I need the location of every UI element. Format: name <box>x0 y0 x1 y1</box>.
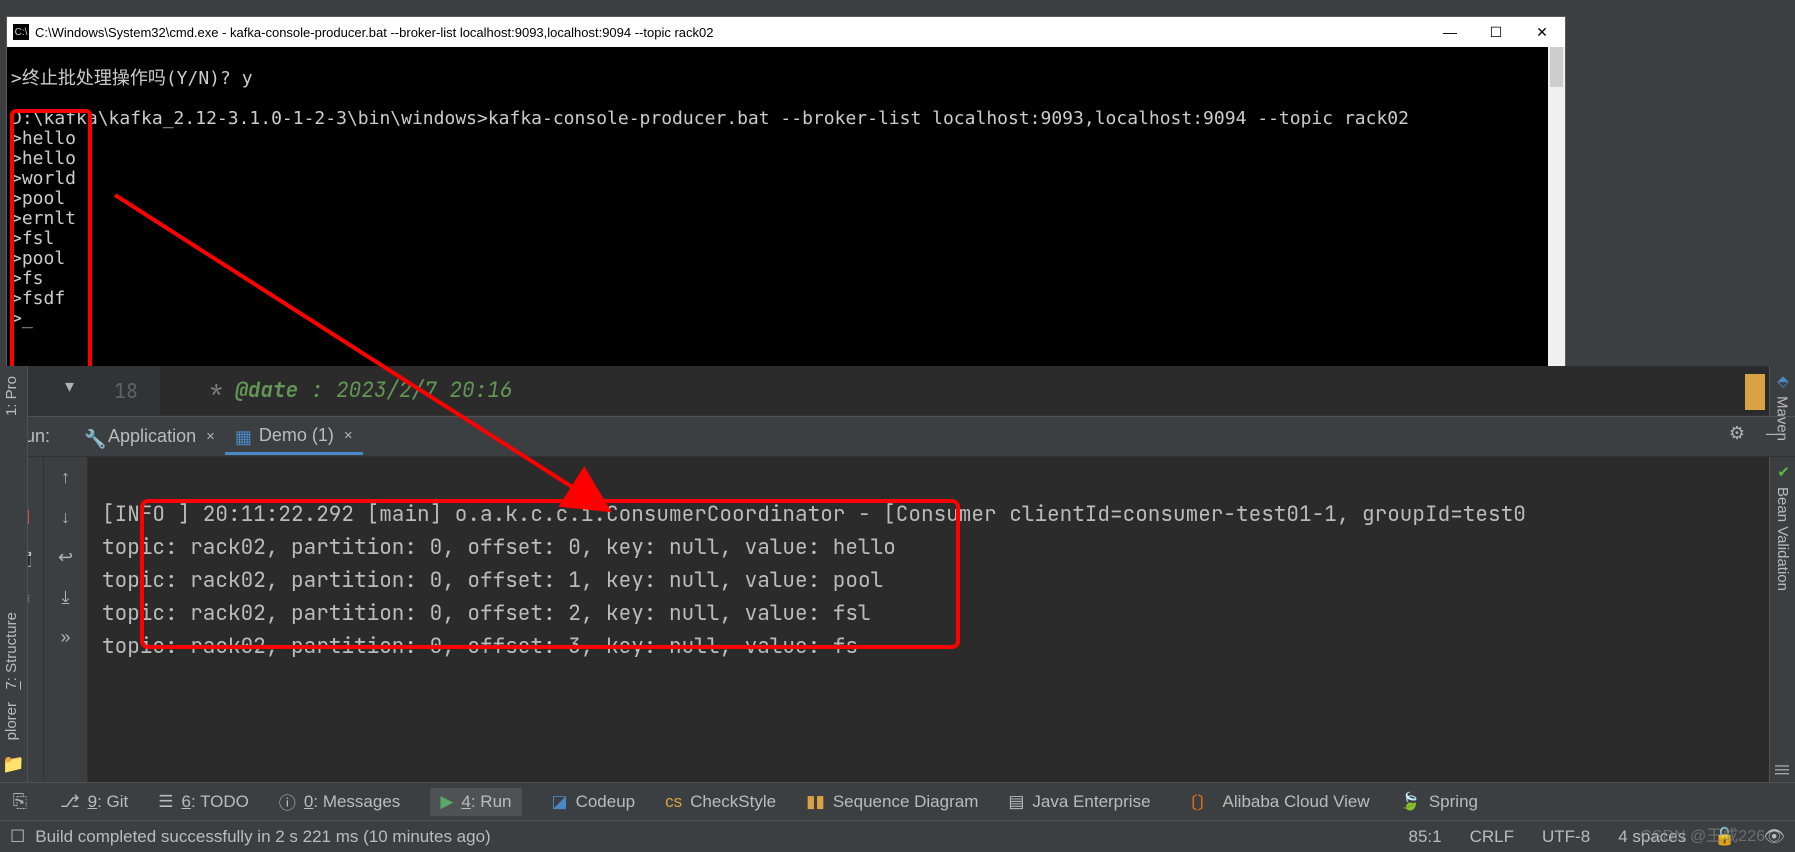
run-header: Run: 🔧 Application × ▦ Demo (1) × ⚙ — <box>0 416 1795 456</box>
toolwin-git[interactable]: ⎇9: Git <box>60 792 128 812</box>
git-branch-icon: ⎇ <box>60 792 80 812</box>
cmd-title: C:\Windows\System32\cmd.exe - kafka-cons… <box>35 25 1427 40</box>
watermark: CSDN @王成226 <box>1640 822 1765 846</box>
toolwin-run[interactable]: ▶4: Run <box>430 788 521 816</box>
bean-validation-toolwin-button[interactable]: ✔Bean Validation <box>1770 457 1795 597</box>
close-button[interactable]: ✕ <box>1519 17 1565 47</box>
cmd-scrollbar[interactable] <box>1548 47 1565 391</box>
codeup-icon: ◪ <box>552 792 568 812</box>
terminal-line: >终止批处理操作吗(Y/N)? y <box>11 68 253 89</box>
javaee-icon: ▤ <box>1008 792 1024 812</box>
toolwin-checkstyle[interactable]: csCheckStyle <box>665 792 776 812</box>
ide-window: ▾ 18 * @date : 2023/2/7 20:16 ⬘Maven Run… <box>0 366 1795 852</box>
fold-chevron-icon[interactable]: ▾ <box>65 376 74 397</box>
alibaba-icon: 〔〕 <box>1181 789 1215 814</box>
toolwin-sequence-diagram[interactable]: ▮▮Sequence Diagram <box>806 792 978 812</box>
cmd-icon: C:\ <box>13 24 29 40</box>
cmd-terminal-body[interactable]: >终止批处理操作吗(Y/N)? y D:\kafka\kafka_2.12-3.… <box>7 47 1565 391</box>
toolwin-codeup[interactable]: ◪Codeup <box>552 792 636 812</box>
gear-icon[interactable]: ⚙ <box>1727 423 1747 443</box>
minimize-icon[interactable]: — <box>1765 423 1785 443</box>
toolwin-alibaba[interactable]: 〔〕Alibaba Cloud View <box>1181 789 1370 814</box>
status-bar: ☐ Build completed successfully in 2 s 22… <box>0 820 1795 852</box>
diagram-icon: ▮▮ <box>806 792 825 812</box>
message-icon: ⓘ <box>279 789 296 814</box>
tab-application[interactable]: 🔧 Application × <box>74 420 225 453</box>
status-icon[interactable]: ☐ <box>10 827 25 847</box>
toolwin-messages[interactable]: ⓘ0: Messages <box>279 789 400 814</box>
caret-position[interactable]: 85:1 <box>1409 827 1442 847</box>
inspection-marker[interactable] <box>1745 374 1765 410</box>
minimize-button[interactable]: — <box>1427 17 1473 47</box>
terminal-line: D:\kafka\kafka_2.12-3.1.0-1-2-3\bin\wind… <box>11 108 1409 129</box>
cmd-titlebar[interactable]: C:\ C:\Windows\System32\cmd.exe - kafka-… <box>7 17 1565 47</box>
database-toolwin-button[interactable]: ||| <box>1770 758 1795 782</box>
inspection-eye-icon[interactable]: 👁 <box>1763 827 1785 847</box>
bottom-toolwindow-bar: ⎘ ⎇9: Git ☰6: TODO ⓘ0: Messages ▶4: Run … <box>0 782 1795 820</box>
annotation-highlight-box <box>140 499 960 649</box>
editor-area[interactable]: ▾ 18 * @date : 2023/2/7 20:16 ⬘Maven <box>0 366 1795 416</box>
toolwin-spring[interactable]: 🍃Spring <box>1400 792 1478 812</box>
left-toolstrip: 1: Pro 7: Structure plorer 📁 <box>0 366 28 782</box>
play-icon: ▶ <box>440 792 453 812</box>
toolwin-java-enterprise[interactable]: ▤Java Enterprise <box>1008 792 1150 812</box>
project-toolwin-button[interactable]: 1: Pro <box>0 370 27 422</box>
explorer-toolwin-button[interactable]: plorer <box>0 696 27 746</box>
down-icon[interactable]: ↓ <box>56 507 76 527</box>
maximize-button[interactable]: ☐ <box>1473 17 1519 47</box>
close-icon[interactable]: × <box>206 428 215 445</box>
toolwindow-toggle-icon[interactable]: ⎘ <box>10 792 30 812</box>
spring-icon: 🍃 <box>1400 792 1421 812</box>
annotation-highlight-box <box>10 109 92 374</box>
comment-star: * <box>210 377 235 404</box>
scroll-end-icon[interactable]: ⤓ <box>56 587 76 607</box>
softwrap-icon[interactable]: ↩ <box>56 547 76 567</box>
build-status[interactable]: Build completed successfully in 2 s 221 … <box>35 827 490 847</box>
run-toolbar-secondary: ↑ ↓ ↩ ⤓ » <box>44 457 88 782</box>
folder-icon[interactable]: 📁 <box>4 754 24 774</box>
editor-line: * @date : 2023/2/7 20:16 <box>160 377 512 404</box>
run-toolwindow: Run: 🔧 Application × ▦ Demo (1) × ⚙ — ↻ … <box>0 416 1795 782</box>
javadoc-tag: @date <box>235 377 298 404</box>
cmd-scroll-thumb[interactable] <box>1550 47 1563 87</box>
line-number: 18 <box>114 378 138 404</box>
run-config-icon: ▦ <box>235 427 251 443</box>
list-icon: ☰ <box>158 792 173 812</box>
line-separator[interactable]: CRLF <box>1470 827 1514 847</box>
file-encoding[interactable]: UTF-8 <box>1542 827 1590 847</box>
tab-demo[interactable]: ▦ Demo (1) × <box>225 419 363 455</box>
close-icon[interactable]: × <box>344 427 353 444</box>
run-body: ↻ 📷 🐞 » ↑ ↓ ↩ ⤓ » [INFO ] 20:11:22.292 [… <box>0 456 1795 782</box>
cmd-window: C:\ C:\Windows\System32\cmd.exe - kafka-… <box>6 16 1566 366</box>
more-icon[interactable]: » <box>56 627 76 647</box>
structure-toolwin-button[interactable]: 7: Structure <box>0 606 27 696</box>
toolwin-todo[interactable]: ☰6: TODO <box>158 792 249 812</box>
checkstyle-icon: cs <box>665 792 682 812</box>
javadoc-value: 2023/2/7 20:16 <box>336 377 512 404</box>
right-toolstrip: ⬘Maven <box>1769 366 1795 416</box>
up-icon[interactable]: ↑ <box>56 467 76 487</box>
wrench-icon: 🔧 <box>84 429 100 445</box>
